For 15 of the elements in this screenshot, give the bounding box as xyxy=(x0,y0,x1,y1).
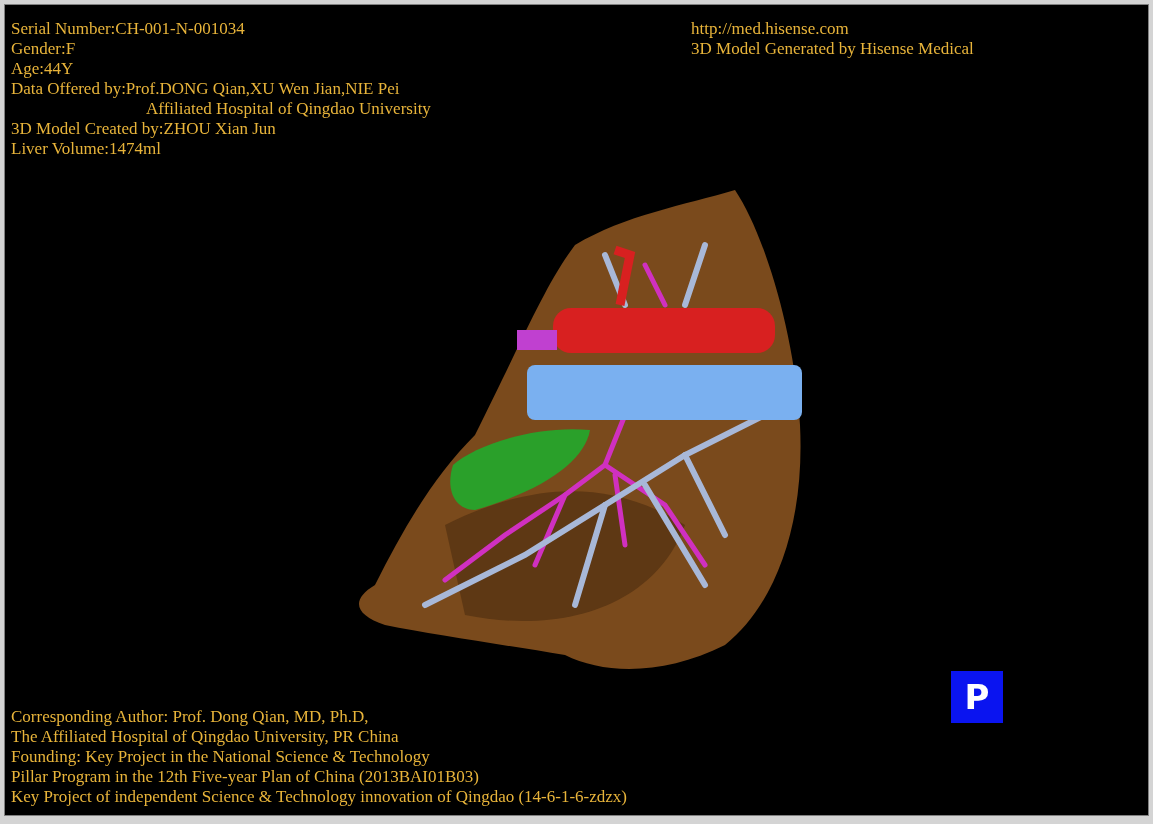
credit-text: Corresponding Author: Prof. Dong Qian, MD, Ph.D, xyxy=(11,707,370,727)
credit-text: Founding: Key Project in the National Science & Technology xyxy=(11,747,431,767)
credit-text: The Affiliated Hospital of Qingdao University, PR China xyxy=(11,727,400,747)
credit-text: Pillar Program in the 12th Five-year Plan of China (2013BAI01B03) xyxy=(11,767,480,787)
info-text: Age:44Y xyxy=(11,59,75,79)
info-text: Data Offered by:Prof.DONG Qian,XU Wen Jian,NIE Pei xyxy=(11,79,401,99)
info-text: Gender:F xyxy=(11,39,77,59)
info-text: Liver Volume:1474ml xyxy=(11,139,162,159)
info-text: 3D Model Created by:ZHOU Xian Jun xyxy=(11,119,277,139)
website-link[interactable]: http://med.hisense.com xyxy=(691,19,974,39)
info-text: Serial Number:CH-001-N-001034 xyxy=(11,19,246,39)
info-text: Affiliated Hospital of Qingdao University xyxy=(145,99,431,119)
orientation-marker: P xyxy=(951,671,1003,723)
credit-text: 3D Model Generated by Hisense Medical xyxy=(691,39,974,59)
credit-text: Key Project of independent Science & Technology innovation of Qingdao (14-6-1-6-zdzx) xyxy=(11,787,627,807)
